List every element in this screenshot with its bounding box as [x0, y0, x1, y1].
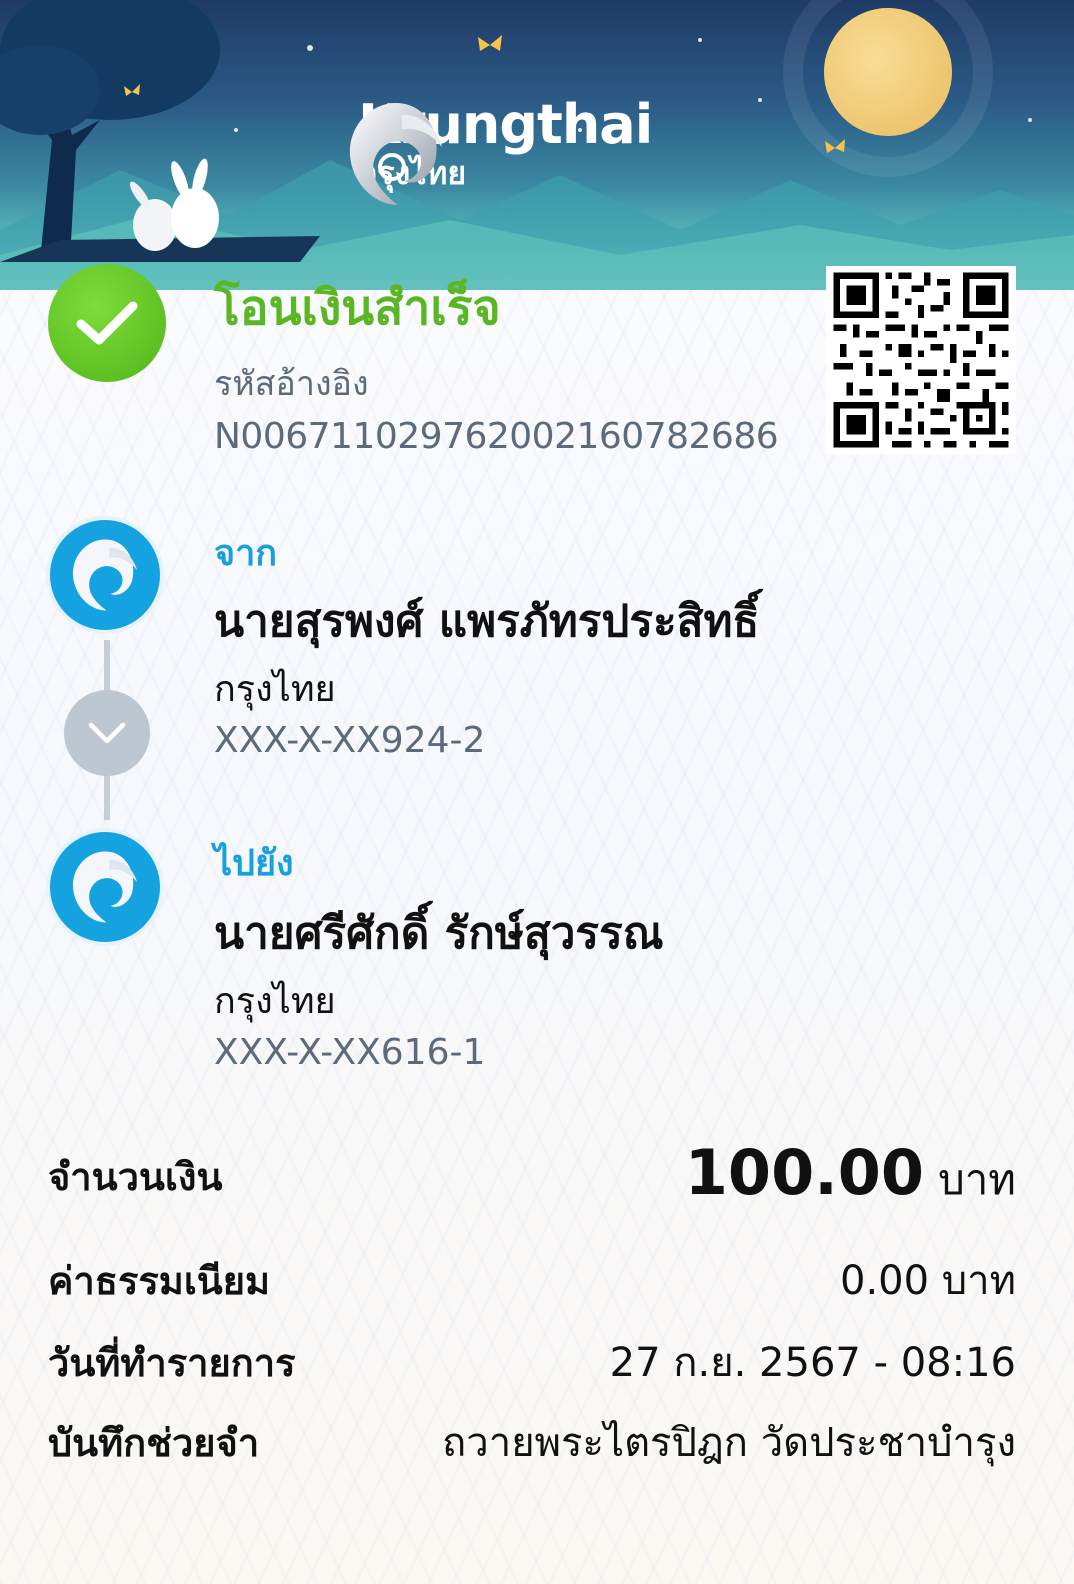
krungthai-bird-icon [72, 851, 137, 923]
to-label: ไปยัง [214, 843, 294, 884]
recipient-bank: กรุงไทย [214, 981, 336, 1022]
amount-unit: บาท [938, 1155, 1016, 1204]
chevron-down-icon [88, 722, 126, 744]
success-title: โอนเงินสำเร็จ [214, 280, 501, 336]
sender-bank-logo [46, 516, 164, 634]
qr-code [826, 266, 1016, 454]
fee-label: ค่าธรรมเนียม [48, 1259, 271, 1303]
recipient-bank-logo [46, 828, 164, 946]
recipient-account: XXX-X-XX616-1 [214, 1032, 486, 1073]
sender-bank: กรุงไทย [214, 669, 336, 710]
krungthai-logo: Krungthai กรุงไทย [340, 95, 653, 205]
sender-account: XXX-X-XX924-2 [214, 720, 486, 761]
memo-value: ถวายพระไตรปิฎก วัดประชาบำรุง [442, 1420, 1016, 1466]
transaction-date-value: 27 ก.ย. 2567 - 08:16 [609, 1340, 1016, 1386]
sender-name: นายสุรพงศ์ แพรภัทรประสิทธิ์ [214, 596, 760, 647]
transfer-direction-badge [64, 690, 150, 776]
krungthai-bird-icon [72, 539, 137, 611]
amount-label: จำนวนเงิน [48, 1155, 223, 1199]
check-icon [76, 301, 138, 345]
header-banner: Krungthai กรุงไทย [0, 0, 1074, 290]
from-label: จาก [214, 533, 278, 574]
memo-label: บันทึกช่วยจำ [48, 1421, 260, 1465]
reference-label: รหัสอ้างอิง [214, 364, 369, 404]
transfer-slip: Krungthai กรุงไทย โอนเงินสำเร็จ รหัสอ้าง… [0, 0, 1074, 1584]
amount-value: 100.00 บาท [685, 1136, 1016, 1213]
recipient-name: นายศรีศักดิ์ รักษ์สุวรรณ [214, 908, 664, 959]
success-check-badge [48, 264, 166, 382]
amount-number: 100.00 [684, 1136, 925, 1209]
reference-number: N006711029762002160782686 [214, 416, 779, 457]
fee-value: 0.00 บาท [840, 1258, 1016, 1304]
transaction-date-label: วันที่ทำรายการ [48, 1341, 296, 1385]
qr-code-icon [827, 266, 1015, 454]
krungthai-bird-icon [349, 103, 442, 205]
